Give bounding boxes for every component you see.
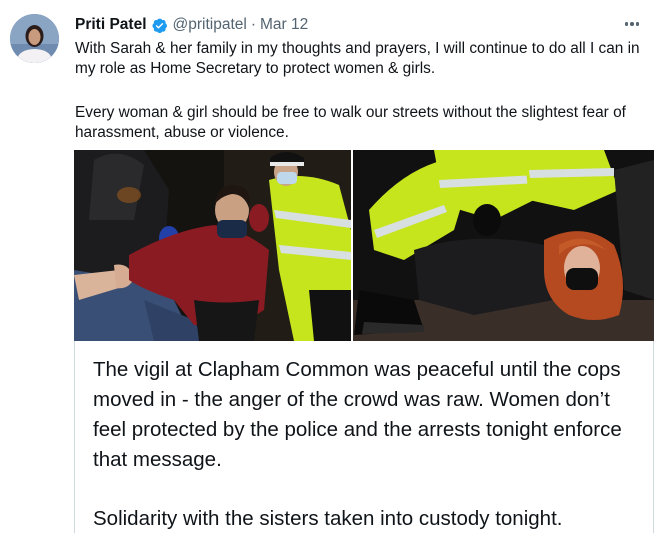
quoted-text-paragraph: Solidarity with the sisters taken into c… bbox=[93, 507, 563, 530]
more-options-icon[interactable] bbox=[620, 14, 644, 34]
tweet-text-paragraph: Every woman & girl should be free to wal… bbox=[75, 104, 626, 141]
separator-dot: · bbox=[250, 16, 256, 33]
author-handle[interactable]: @pritipatel bbox=[173, 16, 247, 34]
photo-left[interactable] bbox=[74, 150, 351, 341]
tweet-text-paragraph: With Sarah & her family in my thoughts a… bbox=[75, 40, 640, 77]
tweet-date[interactable]: Mar 12 bbox=[260, 16, 308, 34]
photo-right[interactable] bbox=[353, 150, 654, 341]
tweet[interactable]: Priti Patel @pritipatel · Mar 12 With Sa… bbox=[0, 0, 664, 533]
verified-badge-icon bbox=[151, 17, 168, 34]
avatar[interactable] bbox=[10, 14, 59, 63]
tweet-header: Priti Patel @pritipatel · Mar 12 bbox=[75, 14, 308, 36]
author-name[interactable]: Priti Patel bbox=[75, 16, 147, 34]
media-grid[interactable] bbox=[74, 150, 654, 341]
quoted-text-paragraph: The vigil at Clapham Common was peaceful… bbox=[93, 358, 622, 471]
avatar-image bbox=[10, 14, 59, 63]
quoted-text-card[interactable]: The vigil at Clapham Common was peaceful… bbox=[74, 341, 654, 533]
